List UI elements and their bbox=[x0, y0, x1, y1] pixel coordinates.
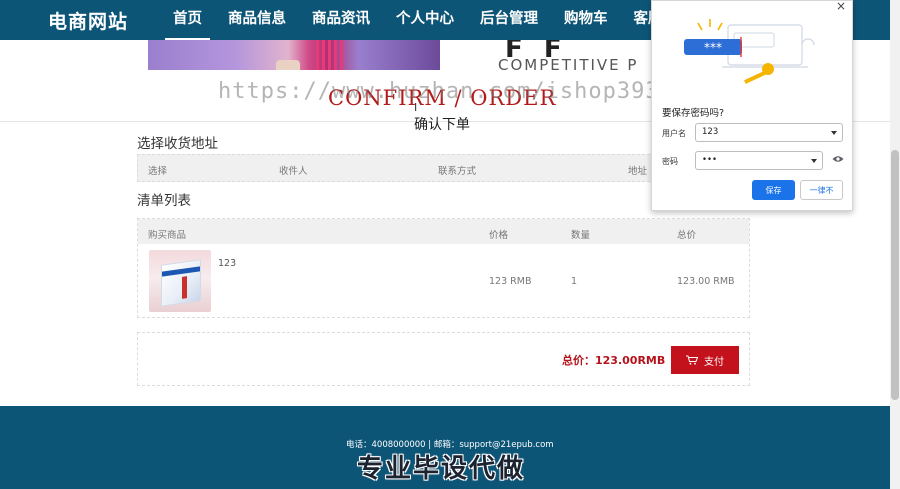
save-password-button[interactable]: 保存 bbox=[752, 180, 795, 200]
footer: 电话：4008000000 | 邮箱：support@21epub.com 专业… bbox=[0, 406, 890, 489]
never-save-button[interactable]: 一律不 bbox=[800, 180, 843, 200]
product-price: 123 RMB bbox=[489, 276, 532, 287]
chevron-down-icon[interactable] bbox=[811, 159, 817, 163]
address-header-select: 选择 bbox=[148, 166, 168, 177]
page-scrollbar[interactable] bbox=[890, 0, 900, 489]
cart-header-total: 总价 bbox=[677, 230, 697, 241]
page: 电商网站 首页 商品信息 商品资讯 个人中心 后台管理 购物车 客服 F F C… bbox=[0, 0, 900, 489]
nav-home[interactable]: 首页 bbox=[165, 0, 210, 40]
save-password-question: 要保存密码吗? bbox=[662, 108, 725, 119]
cart-icon bbox=[686, 355, 698, 365]
illus-password-stars: *** bbox=[704, 41, 722, 55]
cart-header-price: 价格 bbox=[489, 230, 509, 241]
text-cursor-icon: I bbox=[414, 101, 418, 114]
chevron-down-icon[interactable] bbox=[831, 131, 837, 135]
close-icon[interactable]: × bbox=[836, 0, 846, 13]
product-total: 123.00 RMB bbox=[677, 276, 735, 287]
cart-header-product: 购买商品 bbox=[148, 230, 187, 241]
username-value: 123 bbox=[702, 127, 719, 137]
product-qty: 1 bbox=[571, 276, 578, 287]
password-key-illustration-icon: *** bbox=[684, 19, 815, 84]
scrollbar-thumb[interactable] bbox=[891, 150, 899, 400]
nav-news[interactable]: 商品资讯 bbox=[304, 0, 378, 40]
username-label: 用户名 bbox=[662, 129, 686, 138]
nav-admin[interactable]: 后台管理 bbox=[472, 0, 546, 40]
nav-products[interactable]: 商品信息 bbox=[220, 0, 294, 40]
address-section-title: 选择收货地址 bbox=[137, 136, 218, 152]
address-header-address: 地址 bbox=[628, 166, 648, 177]
order-total-box: 总价：123.00RMB 支付 bbox=[137, 332, 750, 386]
banner-image bbox=[148, 40, 440, 70]
password-field[interactable]: ••• bbox=[695, 151, 823, 170]
cart-table: 购买商品 价格 数量 总价 123 123 RMB 1 123.00 RMB bbox=[137, 218, 750, 318]
order-total-label: 总价：123.00RMB bbox=[562, 354, 666, 367]
cart-section-title: 清单列表 bbox=[137, 193, 191, 209]
site-brand[interactable]: 电商网站 bbox=[48, 7, 128, 34]
product-image[interactable] bbox=[149, 250, 211, 312]
address-header-recipient: 收件人 bbox=[279, 166, 308, 177]
password-value: ••• bbox=[702, 155, 718, 165]
cart-table-header: 购买商品 价格 数量 总价 bbox=[138, 219, 749, 244]
pay-button-label: 支付 bbox=[704, 356, 724, 368]
footer-slogan: 专业毕设代做 bbox=[357, 454, 526, 484]
page-title-cn: 确认下单 bbox=[414, 117, 470, 133]
nav-links: 首页 商品信息 商品资讯 个人中心 后台管理 购物车 客服 bbox=[165, 0, 681, 40]
save-password-popup: × *** 要保存密码吗? 用户名 123 密码 ••• 保存 一律不 bbox=[651, 0, 853, 211]
eye-icon[interactable] bbox=[832, 155, 844, 163]
product-name[interactable]: 123 bbox=[218, 258, 236, 269]
banner-text: COMPETITIVE P bbox=[498, 56, 639, 70]
watermark-url: https://www.huzhan.com/ishop39397 bbox=[218, 79, 689, 104]
password-label: 密码 bbox=[662, 157, 678, 166]
address-header-contact: 联系方式 bbox=[438, 166, 477, 177]
pay-button[interactable]: 支付 bbox=[671, 346, 739, 374]
nav-profile[interactable]: 个人中心 bbox=[388, 0, 462, 40]
cart-header-qty: 数量 bbox=[571, 230, 591, 241]
username-field[interactable]: 123 bbox=[695, 123, 843, 142]
nav-cart[interactable]: 购物车 bbox=[556, 0, 616, 40]
